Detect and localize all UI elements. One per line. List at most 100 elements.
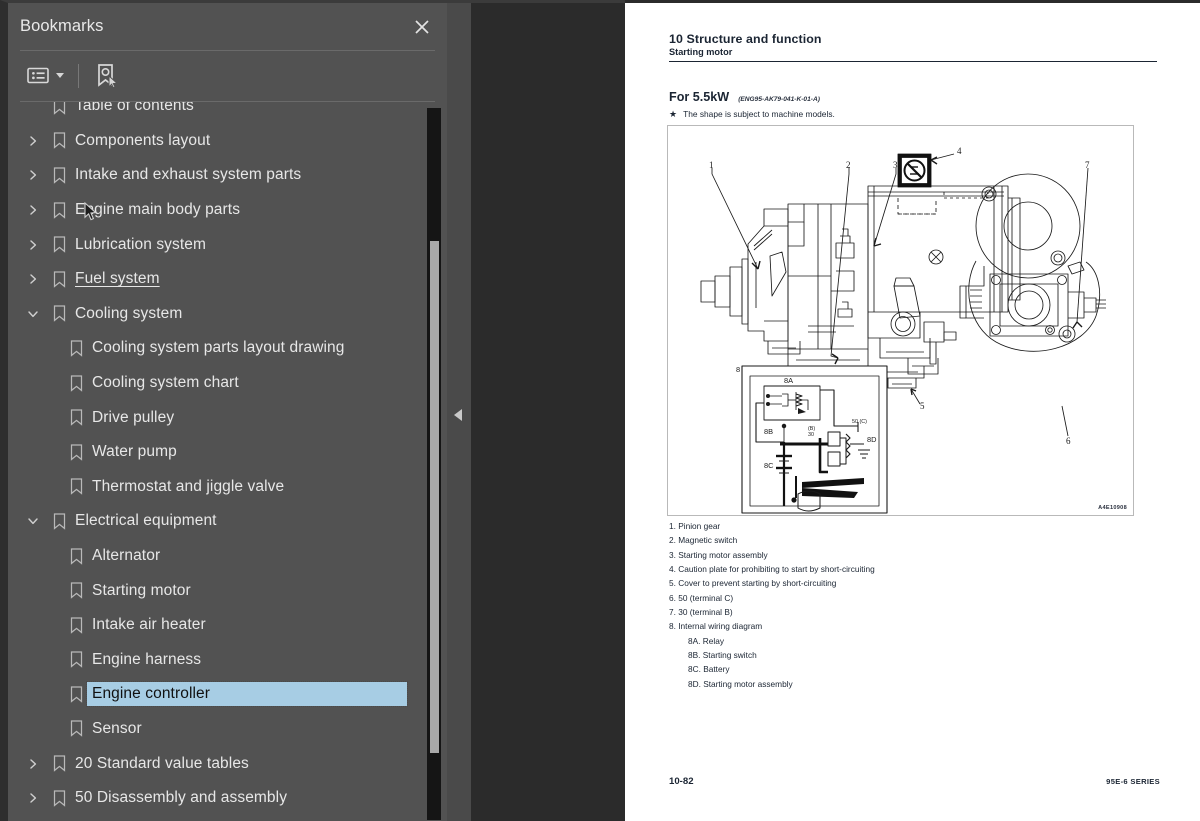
bookmark-item-label: Engine main body parts <box>75 201 241 219</box>
bookmark-label-wrap: Engine harness <box>90 651 201 669</box>
close-icon[interactable] <box>409 14 435 40</box>
chevron-right-icon[interactable] <box>20 169 46 181</box>
svg-text:8: 8 <box>736 365 740 374</box>
bookmarks-tree-viewport[interactable]: Table of contents Components layout Intake… <box>8 102 447 821</box>
bookmark-item[interactable]: Thermostat and jiggle valve <box>8 470 428 505</box>
chevron-right-icon[interactable] <box>20 758 46 770</box>
bookmark-item[interactable]: Electrical equipment <box>8 504 428 539</box>
chevron-right-icon[interactable] <box>20 204 46 216</box>
parts-legend-item: 5. Cover to prevent starting by short-ci… <box>669 578 837 589</box>
bookmark-icon <box>63 444 90 461</box>
bookmark-item[interactable]: Table of contents <box>8 102 428 124</box>
bookmark-item[interactable]: Drive pulley <box>8 400 428 435</box>
bookmark-label-wrap: 50 Disassembly and assembly <box>73 789 287 807</box>
parts-legend: 1. Pinion gear 2. Magnetic switch 3. Start… <box>669 519 875 691</box>
bookmark-label-wrap: Intake and exhaust system parts <box>73 166 301 184</box>
bookmark-item[interactable]: Cooling system <box>8 297 428 332</box>
selection-highlight: Engine controller <box>86 681 408 708</box>
bookmark-icon <box>46 132 73 150</box>
bookmark-icon <box>46 236 73 253</box>
bookmark-item-label: Sensor <box>92 719 142 737</box>
bookmark-label-wrap: Intake air heater <box>90 616 206 634</box>
bookmark-icon <box>63 651 90 668</box>
bookmark-item[interactable]: Cooling system chart <box>8 366 428 401</box>
bookmark-item[interactable]: Components layout <box>8 124 428 159</box>
bookmark-icon <box>46 790 73 807</box>
bookmark-icon <box>46 201 73 219</box>
bookmark-item[interactable]: Alternator <box>8 539 428 574</box>
bookmark-label-wrap: Components layout <box>73 132 210 150</box>
starter-motor-drawing: 8 8A 8B 8C 8D 50 (C) 30 (B) 1 2 3 4 5 6 … <box>700 146 1106 514</box>
bookmark-item-label: Table of contents <box>75 102 194 115</box>
bookmark-item-label: Cooling system chart <box>92 374 239 392</box>
bookmark-label-wrap: Engine main body parts <box>73 201 240 219</box>
bookmark-label-wrap: Electrical equipment <box>73 512 217 530</box>
app-window: Bookmarks Table of contents Components l… <box>0 0 1200 821</box>
page-title: 10 Structure and function <box>669 32 822 46</box>
bookmark-item[interactable]: Sensor <box>8 712 428 747</box>
star-icon: ★ <box>669 108 678 119</box>
bookmark-label-wrap: 20 Standard value tables <box>73 755 249 773</box>
svg-text:8D: 8D <box>867 435 876 444</box>
chevron-right-icon[interactable] <box>20 239 46 251</box>
bookmark-label-wrap: Starting motor <box>90 582 191 600</box>
bookmark-item[interactable]: Water pump <box>8 435 428 470</box>
bookmark-icon <box>63 340 90 357</box>
bookmark-item[interactable]: 20 Standard value tables <box>8 746 428 781</box>
chevron-down-icon <box>56 73 64 78</box>
svg-text:5: 5 <box>920 401 925 411</box>
bookmark-label-wrap: Lubrication system <box>73 236 206 254</box>
list-options-icon[interactable] <box>25 61 66 91</box>
bookmark-item[interactable]: Engine controller <box>8 677 428 712</box>
bookmark-item[interactable]: Engine harness <box>8 643 428 678</box>
page-footer: 10-82 95E-6 SERIES <box>669 776 1160 787</box>
sidebar-scrollbar-thumb[interactable] <box>430 241 439 753</box>
bookmark-item-label: Alternator <box>92 547 161 565</box>
parts-legend-item: 6. 50 (terminal C) <box>669 592 734 603</box>
bookmark-item-label: Engine harness <box>92 650 202 668</box>
bookmark-item-label: Starting motor <box>92 581 191 599</box>
bookmarks-panel: Bookmarks Table of contents Components l… <box>0 0 447 821</box>
bookmarks-panel-header: Bookmarks <box>8 3 447 50</box>
bookmark-item[interactable]: 50 Disassembly and assembly <box>8 781 428 816</box>
bookmark-label-wrap: Cooling system chart <box>90 374 239 392</box>
bookmark-icon <box>63 617 90 634</box>
chevron-right-icon[interactable] <box>20 135 46 147</box>
chevron-down-icon[interactable] <box>20 515 46 527</box>
bookmark-label-wrap: Cooling system <box>73 305 182 323</box>
page-header: 10 Structure and function Starting motor <box>669 32 1157 62</box>
bookmark-item[interactable]: Engine main body parts <box>8 193 428 228</box>
panel-title: Bookmarks <box>20 17 104 35</box>
bookmarks-toolbar <box>8 50 447 101</box>
bookmark-item[interactable]: Lubrication system <box>8 227 428 262</box>
bookmark-icon <box>63 409 90 426</box>
chevron-right-icon[interactable] <box>20 273 46 285</box>
bookmark-item[interactable]: Fuel system <box>8 262 428 297</box>
parts-legend-item: 3. Starting motor assembly <box>669 549 768 560</box>
svg-text:(B): (B) <box>808 426 815 432</box>
figure-note: ★ The shape is subject to machine models… <box>669 109 835 119</box>
bookmark-icon <box>46 513 73 530</box>
bookmark-item[interactable]: Cooling system parts layout drawing <box>8 331 428 366</box>
bookmark-item[interactable]: Intake and exhaust system parts <box>8 158 428 193</box>
bookmark-pointer-icon[interactable] <box>93 61 121 91</box>
parts-legend-item: 8. Internal wiring diagram <box>669 621 763 632</box>
bookmark-icon <box>46 755 73 772</box>
chevron-down-icon[interactable] <box>20 308 46 320</box>
bookmark-item[interactable]: Starting motor <box>8 573 428 608</box>
bookmark-item-label: Components layout <box>75 131 211 149</box>
bookmark-label-wrap: Thermostat and jiggle valve <box>90 478 284 496</box>
collapse-panel-handle[interactable] <box>447 0 471 821</box>
bookmark-item-label: Intake air heater <box>92 616 206 634</box>
svg-text:8C: 8C <box>764 461 774 470</box>
bookmarks-tree: Table of contents Components layout Intake… <box>8 102 428 815</box>
chevron-right-icon[interactable] <box>20 792 46 804</box>
figure-code: A4E10908 <box>1098 505 1127 511</box>
bookmark-item-label: Cooling system parts layout drawing <box>92 339 345 357</box>
svg-text:30: 30 <box>808 432 814 438</box>
pdf-page[interactable]: 10 Structure and function Starting motor… <box>625 3 1200 821</box>
figure-note-text: The shape is subject to machine models. <box>683 109 835 119</box>
bookmark-icon <box>63 720 90 738</box>
series-label: 95E-6 SERIES <box>1106 777 1160 786</box>
bookmark-item[interactable]: Intake air heater <box>8 608 428 643</box>
